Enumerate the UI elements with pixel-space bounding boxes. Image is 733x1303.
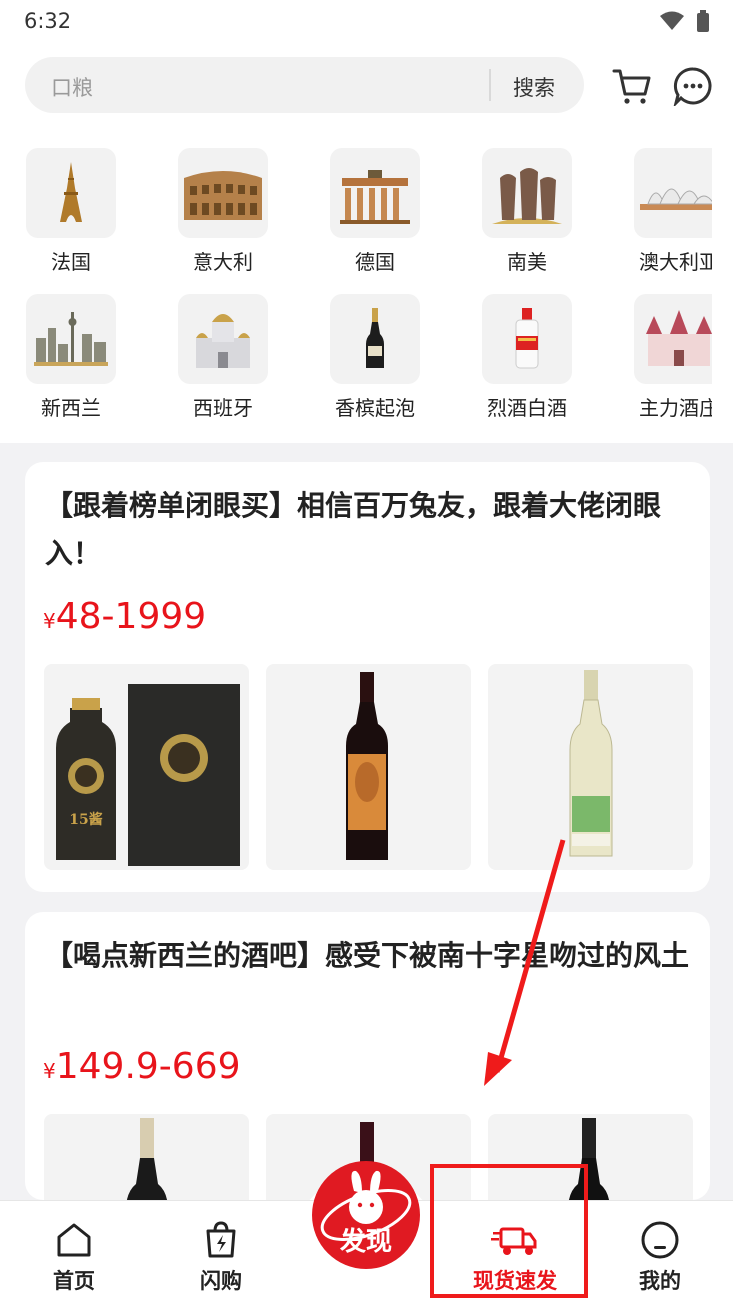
product-image[interactable] [266, 664, 471, 870]
product-image[interactable]: 15酱 [44, 664, 249, 870]
card-title: 【跟着榜单闭眼买】相信百万兔友，跟着大佬闭眼入！ [45, 489, 662, 570]
product-image[interactable] [488, 664, 693, 870]
nav-label: 我的 [639, 1269, 681, 1293]
search-input[interactable]: 口粮 [51, 72, 93, 102]
category-italy[interactable]: 意大利 [158, 148, 288, 275]
category-label: 烈酒白酒 [487, 396, 567, 420]
header-section: 6:32 口粮 搜索 法国 意大利 德国 南美 澳大利亚 新西兰 西班牙 香槟起… [0, 0, 733, 443]
new-zealand-card[interactable]: 【喝点新西兰的酒吧】感受下被南十字星吻过的风土 ¥149.9-669 [25, 912, 710, 1200]
colosseum-icon [178, 148, 268, 238]
search-divider [489, 69, 491, 101]
moai-icon [482, 148, 572, 238]
category-label: 香槟起泡 [335, 396, 415, 420]
highlight-box [430, 1164, 588, 1298]
category-label: 法国 [51, 250, 91, 274]
nav-flash[interactable]: 闪购 [176, 1221, 266, 1295]
category-label: 新西兰 [41, 396, 101, 420]
brandenburg-gate-icon [330, 148, 420, 238]
rabbit-logo-icon: 发现 [320, 1170, 412, 1257]
category-label: 南美 [507, 250, 547, 274]
search-bar[interactable]: 口粮 搜索 [25, 57, 584, 113]
profile-icon [641, 1221, 679, 1259]
category-france[interactable]: 法国 [6, 148, 136, 275]
category-new-zealand[interactable]: 新西兰 [6, 294, 136, 421]
wifi-icon [660, 11, 684, 30]
product-image[interactable] [44, 1114, 249, 1200]
home-icon [57, 1223, 91, 1257]
category-grid: 法国 意大利 德国 南美 澳大利亚 新西兰 西班牙 香槟起泡 烈酒白酒 主力酒庄 [0, 148, 712, 438]
category-germany[interactable]: 德国 [310, 148, 440, 275]
card-price: ¥48-1999 [43, 596, 207, 637]
category-baijiu[interactable]: 烈酒白酒 [462, 294, 592, 421]
cart-icon[interactable] [612, 66, 652, 106]
category-main-winery[interactable]: 主力酒庄 [614, 294, 712, 421]
category-label: 澳大利亚 [639, 250, 712, 274]
castle-icon [634, 294, 712, 384]
message-icon[interactable] [673, 66, 713, 106]
category-label: 西班牙 [193, 396, 253, 420]
nav-label: 首页 [53, 1269, 95, 1293]
category-spain[interactable]: 西班牙 [158, 294, 288, 421]
category-champagne[interactable]: 香槟起泡 [310, 294, 440, 421]
card-title: 【喝点新西兰的酒吧】感受下被南十字星吻过的风土 [45, 939, 690, 972]
category-australia[interactable]: 澳大利亚 [614, 148, 712, 275]
baijiu-bottle-icon [482, 294, 572, 384]
sydney-opera-icon [634, 148, 712, 238]
status-bar: 6:32 [0, 0, 733, 44]
battery-icon [697, 10, 709, 32]
status-icons [659, 10, 709, 32]
bottle-label: 15酱 [69, 811, 102, 828]
eiffel-tower-icon [26, 148, 116, 238]
shopping-bag-icon [206, 1221, 236, 1258]
search-button[interactable]: 搜索 [513, 72, 555, 102]
category-label: 主力酒庄 [639, 396, 712, 420]
nav-discover[interactable]: 发现 [312, 1161, 420, 1269]
category-label: 德国 [355, 250, 395, 274]
nav-mine[interactable]: 我的 [615, 1221, 705, 1295]
category-south-america[interactable]: 南美 [462, 148, 592, 275]
discover-label: 发现 [339, 1226, 392, 1257]
ranking-card[interactable]: 【跟着榜单闭眼买】相信百万兔友，跟着大佬闭眼入！ ¥48-1999 15酱 [25, 462, 710, 892]
cathedral-icon [178, 294, 268, 384]
nav-home[interactable]: 首页 [29, 1221, 119, 1295]
champagne-bottle-icon [330, 294, 420, 384]
card-price: ¥149.9-669 [43, 1046, 241, 1087]
bottom-nav: 首页 闪购 发现 现货速发 我的 [0, 1161, 733, 1303]
nav-label: 闪购 [200, 1269, 242, 1293]
status-time: 6:32 [24, 9, 72, 33]
category-label: 意大利 [193, 250, 253, 274]
city-skyline-icon [26, 294, 116, 384]
